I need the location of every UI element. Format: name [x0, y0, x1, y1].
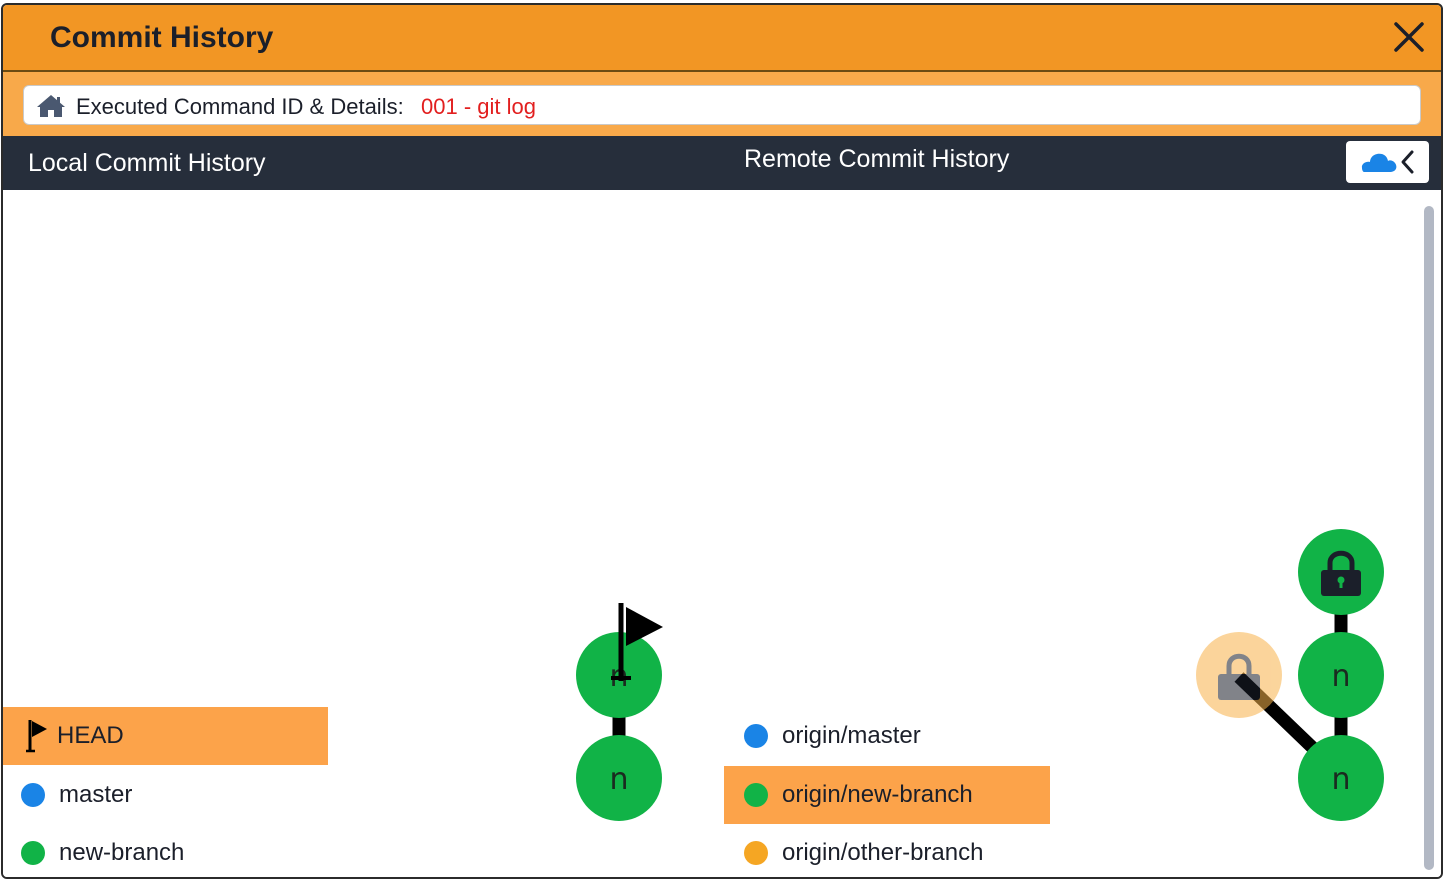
remote-commit-node[interactable]: n	[1298, 735, 1384, 821]
legend-label: master	[59, 781, 133, 808]
legend-label: HEAD	[57, 722, 124, 749]
legend-item-master[interactable]: master	[3, 766, 328, 824]
home-icon[interactable]	[36, 94, 66, 118]
remote-ghost-commit-node[interactable]	[1196, 632, 1282, 718]
command-value: 001 - git log	[421, 94, 536, 119]
legend-item-origin-master[interactable]: origin/master	[724, 707, 1050, 765]
legend-label: new-branch	[59, 839, 185, 866]
close-icon[interactable]	[1391, 19, 1427, 55]
legend-label: origin/master	[782, 722, 921, 749]
command-label: Executed Command ID & Details:	[76, 94, 404, 119]
branch-color-dot	[21, 841, 45, 865]
local-commit-node[interactable]: n	[576, 735, 662, 821]
legend-label: origin/new-branch	[782, 781, 973, 808]
branch-color-dot	[744, 783, 768, 807]
window-title: Commit History	[50, 21, 274, 54]
legend-label: origin/other-branch	[782, 839, 984, 866]
svg-text:n: n	[1331, 762, 1350, 797]
local-history-title: Local Commit History	[28, 149, 266, 177]
command-bar: Executed Command ID & Details: 001 - git…	[3, 72, 1441, 136]
chevron-left-icon	[1401, 150, 1414, 174]
branch-color-dot	[744, 841, 768, 865]
remote-history-title: Remote Commit History	[744, 145, 1010, 173]
legend-item-origin-other-branch[interactable]: origin/other-branch	[724, 824, 1050, 877]
panel-header-bar: Local Commit History Remote Commit Histo…	[3, 136, 1441, 190]
title-bar: Commit History	[3, 5, 1441, 72]
legend-item-new-branch[interactable]: new-branch	[3, 824, 328, 877]
svg-text:n: n	[609, 762, 628, 797]
cloud-icon	[1361, 153, 1397, 172]
svg-text:n: n	[1331, 659, 1350, 694]
legend-item-origin-new-branch[interactable]: origin/new-branch	[724, 766, 1050, 824]
commit-history-window: Commit History Executed Command ID & Det…	[1, 3, 1443, 879]
vertical-scrollbar[interactable]	[1424, 206, 1434, 870]
remote-toggle-button[interactable]	[1346, 141, 1429, 183]
history-content: n n n HEAD master new-branch origin/mast…	[3, 190, 1441, 877]
remote-commit-node[interactable]: n	[1298, 632, 1384, 718]
command-details-box: Executed Command ID & Details: 001 - git…	[23, 85, 1421, 125]
branch-color-dot	[21, 783, 45, 807]
legend-item-head[interactable]: HEAD	[3, 707, 328, 765]
flag-icon	[26, 720, 47, 753]
remote-commit-node[interactable]	[1298, 529, 1384, 615]
branch-color-dot	[744, 724, 768, 748]
